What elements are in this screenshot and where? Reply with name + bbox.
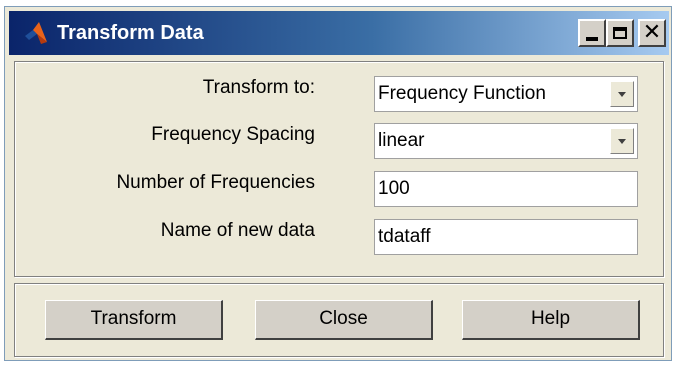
name-of-new-data-label: Name of new data	[160, 220, 315, 241]
number-of-frequencies-label: Number of Frequencies	[116, 172, 315, 193]
name-of-new-data-input[interactable]: tdataff	[374, 219, 638, 255]
maximize-icon	[613, 27, 627, 39]
window-title: Transform Data	[57, 22, 204, 44]
frequency-spacing-select[interactable]: linear	[374, 123, 638, 159]
maximize-button[interactable]	[606, 19, 634, 47]
transform-to-select[interactable]: Frequency Function	[374, 76, 638, 112]
transform-data-dialog: Transform Data ✕ Transform to: Frequency…	[4, 6, 672, 361]
close-window-button[interactable]: ✕	[638, 19, 666, 47]
close-button[interactable]: Close	[255, 300, 433, 340]
help-button[interactable]: Help	[462, 300, 640, 340]
number-of-frequencies-input[interactable]: 100	[374, 171, 638, 207]
transform-to-dropdown-button[interactable]	[610, 81, 634, 107]
matlab-logo-icon	[25, 22, 47, 44]
close-icon: ✕	[642, 20, 662, 45]
transform-to-value: Frequency Function	[378, 83, 546, 104]
chevron-down-icon	[618, 138, 626, 144]
frequency-spacing-value: linear	[378, 130, 425, 151]
transform-to-label: Transform to:	[202, 77, 315, 98]
minimize-icon	[586, 37, 598, 41]
title-bar[interactable]: Transform Data ✕	[9, 11, 669, 55]
minimize-button[interactable]	[578, 19, 606, 47]
chevron-down-icon	[618, 91, 626, 97]
frequency-spacing-label: Frequency Spacing	[151, 124, 315, 145]
frequency-spacing-dropdown-button[interactable]	[610, 128, 634, 154]
transform-button[interactable]: Transform	[45, 300, 223, 340]
